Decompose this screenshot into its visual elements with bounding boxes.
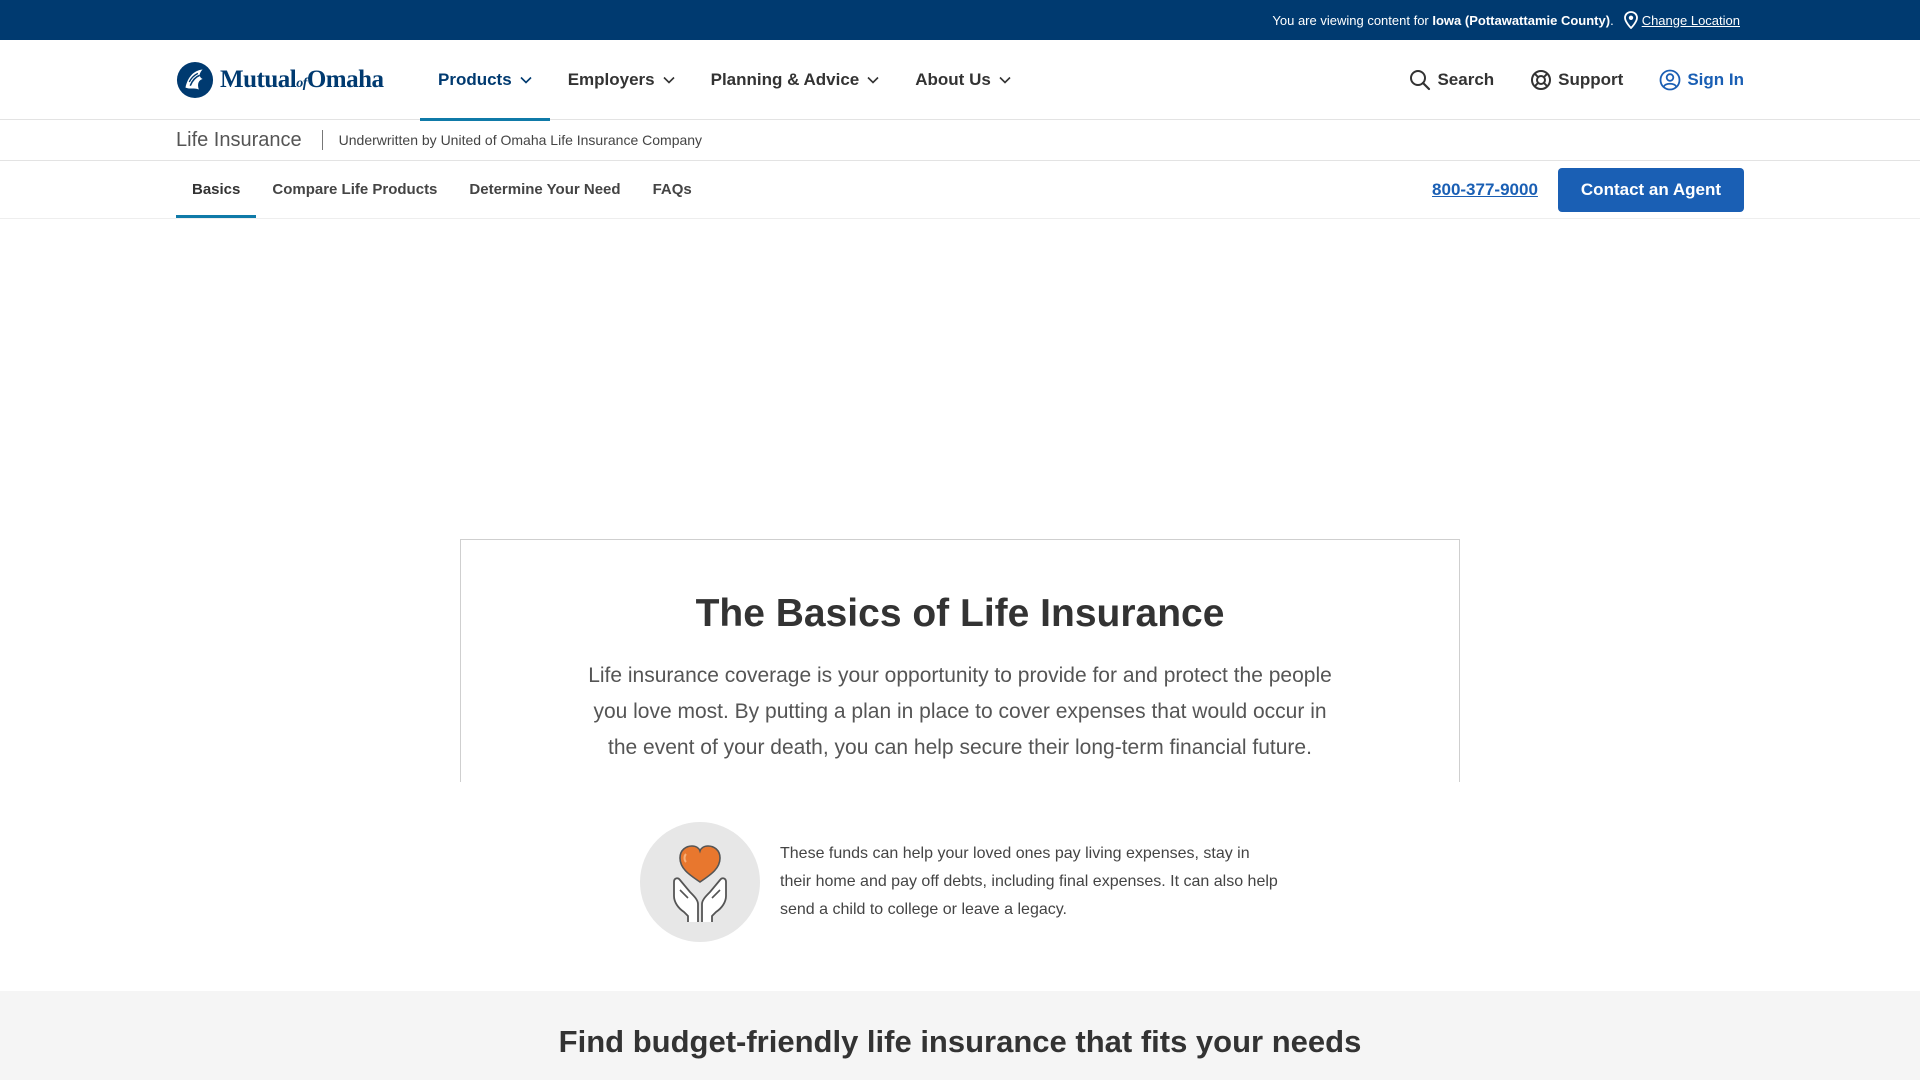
nav-planning-advice[interactable]: Planning & Advice — [693, 40, 898, 120]
user-icon — [1659, 69, 1681, 90]
logo-omaha: Omaha — [306, 65, 384, 93]
location-text: You are viewing content for Iowa (Pottaw… — [1272, 13, 1613, 28]
chevron-down-icon — [999, 76, 1011, 84]
budget-section-title: Find budget-friendly life insurance that… — [558, 1024, 1362, 1059]
divider — [321, 130, 323, 150]
heart-hands-icon — [640, 822, 760, 942]
location-pin-icon — [1623, 11, 1638, 29]
feature-text: These funds can help your loved ones pay… — [780, 845, 1278, 918]
hero-area — [0, 219, 1920, 539]
location-bar: You are viewing content for Iowa (Pottaw… — [0, 0, 1920, 40]
support-button[interactable]: Support — [1530, 69, 1623, 91]
viewing-prefix: You are viewing content for — [1272, 12, 1429, 28]
logo-of: of — [296, 75, 307, 91]
basics-title: The Basics of Life Insurance — [695, 592, 1225, 635]
mutual-of-omaha-logo[interactable]: MutualofOmaha — [176, 61, 420, 99]
current-location: Iowa (Pottawattamie County) — [1432, 12, 1611, 28]
utility-nav: Search Support Sign In — [1409, 69, 1744, 91]
budget-section: Find budget-friendly life insurance that… — [0, 991, 1920, 1080]
sign-in-label: Sign In — [1687, 69, 1744, 89]
support-label: Support — [1558, 69, 1624, 89]
chevron-down-icon — [867, 76, 879, 84]
nav-planning-advice-label: Planning & Advice — [710, 69, 860, 89]
nav-employers-label: Employers — [567, 69, 655, 89]
main-nav: Products Employers Planning & Advice Abo… — [420, 40, 1029, 121]
nav-about-us[interactable]: About Us — [897, 40, 1029, 120]
chevron-down-icon — [520, 76, 532, 84]
subnav-actions: 800-377-9000 Contact an Agent — [1432, 161, 1744, 218]
basics-body: Life insurance coverage is your opportun… — [588, 664, 1332, 759]
tab-basics[interactable]: Basics — [176, 161, 257, 218]
logo-wordmark: MutualofOmaha — [220, 66, 384, 94]
tab-determine-your-need[interactable]: Determine Your Need — [453, 161, 636, 218]
lion-logo-icon — [176, 61, 214, 98]
underwriter-note: Underwritten by United of Omaha Life Ins… — [338, 132, 703, 148]
basics-card: The Basics of Life Insurance Life insura… — [460, 539, 1460, 782]
feature-row: These funds can help your loved ones pay… — [640, 822, 1300, 942]
sub-nav: Basics Compare Life Products Determine Y… — [0, 161, 1920, 219]
nav-products[interactable]: Products — [420, 40, 550, 121]
search-button[interactable]: Search — [1409, 69, 1494, 91]
sign-in-button[interactable]: Sign In — [1659, 69, 1744, 91]
nav-employers[interactable]: Employers — [550, 40, 693, 120]
nav-about-us-label: About Us — [915, 69, 991, 89]
logo-mutual: Mutual — [220, 65, 297, 93]
nav-products-label: Products — [438, 69, 512, 89]
search-icon — [1410, 69, 1431, 90]
product-line-bar: Life Insurance Underwritten by United of… — [0, 120, 1920, 161]
change-location-link[interactable]: Change Location — [1642, 13, 1740, 28]
tab-compare-life-products[interactable]: Compare Life Products — [256, 161, 453, 218]
location-suffix: . — [1610, 12, 1614, 28]
tab-faqs[interactable]: FAQs — [637, 161, 708, 218]
product-line-title: Life Insurance — [176, 128, 302, 151]
chevron-down-icon — [663, 76, 675, 84]
contact-agent-button[interactable]: Contact an Agent — [1557, 167, 1744, 212]
main-header: MutualofOmaha Products Employers Plannin… — [0, 40, 1920, 121]
search-label: Search — [1437, 69, 1495, 89]
lifebuoy-icon — [1531, 69, 1552, 90]
phone-link[interactable]: 800-377-9000 — [1432, 180, 1538, 200]
